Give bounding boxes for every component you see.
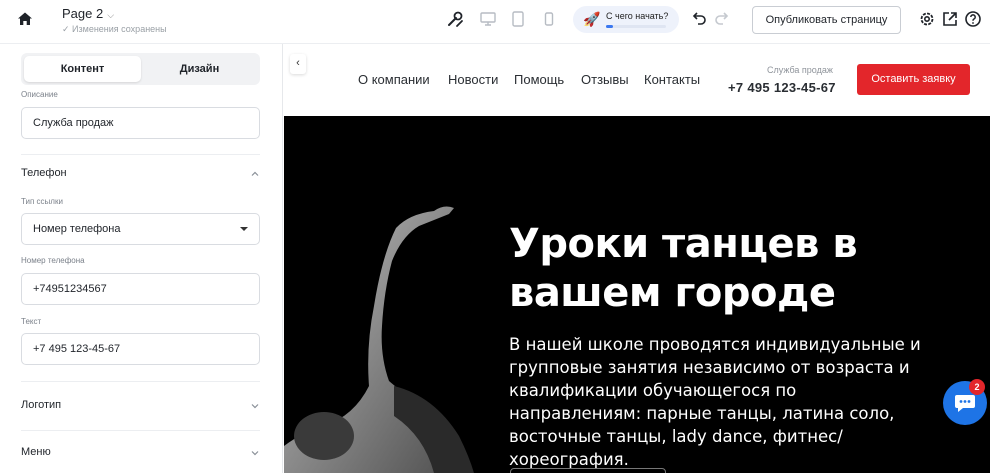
logo-section-header[interactable]: Логотип xyxy=(21,399,260,411)
phone-section-header[interactable]: Телефон xyxy=(21,167,260,179)
redo-icon[interactable] xyxy=(713,10,731,28)
gear-icon[interactable] xyxy=(918,10,936,28)
chat-icon xyxy=(955,395,975,412)
external-link-icon[interactable] xyxy=(941,10,959,28)
tab-content[interactable]: Контент xyxy=(24,56,141,82)
collapse-panel-button[interactable]: ‹ xyxy=(290,54,306,74)
chat-badge: 2 xyxy=(969,379,985,395)
chevron-down-icon xyxy=(251,404,259,409)
text-field[interactable]: +7 495 123-45-67 xyxy=(21,333,260,365)
paint-tools-icon[interactable] xyxy=(446,10,464,28)
divider xyxy=(21,430,260,431)
chevron-down-icon: ⌵ xyxy=(107,10,115,20)
home-icon[interactable] xyxy=(17,11,33,27)
tab-design[interactable]: Дизайн xyxy=(141,56,258,82)
description-field[interactable]: Служба продаж xyxy=(21,107,260,139)
phone-number-field[interactable]: +74951234567 xyxy=(21,273,260,305)
link-type-select[interactable]: Номер телефона xyxy=(21,213,260,245)
publish-button[interactable]: Опубликовать страницу xyxy=(752,6,901,34)
rocket-icon: 🚀 xyxy=(583,11,601,27)
hero-title: Уроки танцев в вашем городе xyxy=(509,221,858,316)
editor-topbar: Page 2 ⌵ ✓ Изменения сохранены 🚀 С чего н… xyxy=(0,0,990,44)
chevron-down-icon xyxy=(251,451,259,456)
phone-number-label: Номер телефона xyxy=(21,256,85,265)
service-label: Служба продаж xyxy=(767,65,833,75)
chat-widget-button[interactable]: 2 xyxy=(943,379,987,425)
nav-link[interactable]: Контакты xyxy=(644,72,700,87)
link-type-value: Номер телефона xyxy=(33,223,121,235)
undo-icon[interactable] xyxy=(690,10,708,28)
mobile-icon[interactable] xyxy=(540,10,558,28)
getting-started-button[interactable]: 🚀 С чего начать? xyxy=(573,6,679,33)
tablet-icon[interactable] xyxy=(509,10,527,28)
page-name: Page 2 xyxy=(62,6,104,21)
dropdown-caret-icon xyxy=(240,227,248,231)
nav-link[interactable]: Отзывы xyxy=(581,72,629,87)
nav-link[interactable]: О компании xyxy=(358,72,430,87)
text-label: Текст xyxy=(21,317,42,326)
getting-started-progress xyxy=(606,25,666,28)
phone-section-title: Телефон xyxy=(21,167,67,179)
page-selector[interactable]: Page 2 ⌵ xyxy=(62,6,114,21)
link-type-label: Тип ссылки xyxy=(21,197,63,206)
chevron-up-icon xyxy=(251,171,259,176)
menu-section-title: Меню xyxy=(21,446,51,458)
header-phone[interactable]: +7 495 123-45-67 xyxy=(728,80,836,95)
menu-section-header[interactable]: Меню xyxy=(21,446,260,458)
nav-link[interactable]: Новости xyxy=(448,72,498,87)
dancer-image xyxy=(284,206,474,473)
desktop-icon[interactable] xyxy=(479,10,497,28)
hero-section: Уроки танцев в вашем городе В нашей школ… xyxy=(284,116,990,473)
content-design-toggle: Контент Дизайн xyxy=(21,53,260,85)
divider xyxy=(21,154,260,155)
nav-link[interactable]: Помощь xyxy=(514,72,564,87)
help-icon[interactable] xyxy=(964,10,982,28)
getting-started-label: С чего начать? xyxy=(606,11,669,21)
description-label: Описание xyxy=(21,90,58,99)
logo-section-title: Логотип xyxy=(21,399,62,411)
divider xyxy=(21,381,260,382)
hero-button[interactable] xyxy=(510,468,666,473)
request-button[interactable]: Оставить заявку xyxy=(857,64,970,95)
settings-panel: Контент Дизайн Описание Служба продаж Те… xyxy=(0,44,283,473)
hero-text: В нашей школе проводятся индивидуальные … xyxy=(509,335,921,469)
save-status: ✓ Изменения сохранены xyxy=(62,24,167,34)
